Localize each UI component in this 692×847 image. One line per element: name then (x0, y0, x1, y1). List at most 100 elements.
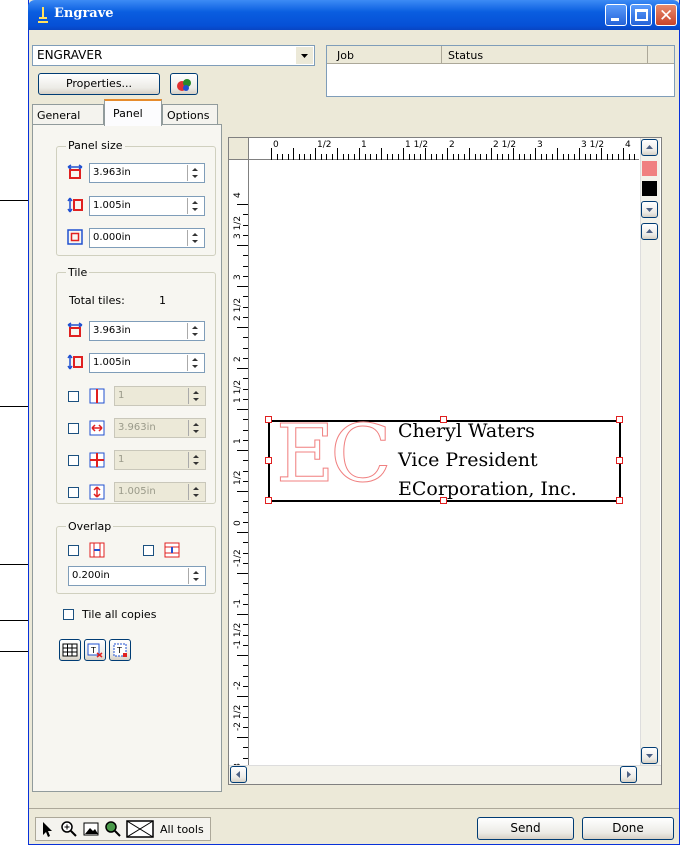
panel-width-spinner[interactable] (187, 165, 203, 181)
ruler-tick (326, 154, 327, 160)
ruler-tick (243, 521, 248, 523)
tile-column-size-field[interactable]: 3.963in (114, 418, 206, 438)
ruler-tick (502, 154, 503, 160)
status-column-header[interactable]: Status (442, 46, 648, 64)
ruler-tick (524, 154, 525, 160)
engraving-logo[interactable]: EC (276, 409, 393, 498)
envelope-tool-button[interactable] (126, 819, 154, 839)
swatch-scroll-up-button[interactable] (641, 223, 658, 240)
chevron-down-icon[interactable] (296, 47, 313, 64)
tab-panel[interactable]: Panel (104, 99, 162, 126)
ruler-tick (342, 154, 344, 160)
ruler-tick (293, 148, 294, 160)
total-tiles-label: Total tiles: (69, 294, 125, 307)
tile-columns-checkbox[interactable] (68, 391, 79, 402)
tile-row-size-checkbox[interactable] (68, 487, 79, 498)
selection-handle[interactable] (265, 457, 272, 464)
tile-all-copies-label[interactable]: Tile all copies (82, 608, 156, 621)
tile-row-size-field[interactable]: 1.005in (114, 482, 206, 502)
tile-row-size-spinner[interactable] (188, 484, 204, 500)
tile-rows-spinner[interactable] (188, 452, 204, 468)
tile-column-size-checkbox[interactable] (68, 423, 79, 434)
ruler-label: 2 (233, 356, 243, 362)
panel-height-field[interactable]: 1.005in (89, 196, 205, 216)
color-swatch-black[interactable] (642, 181, 657, 196)
ruler-tick (243, 296, 248, 298)
tile-height-spinner[interactable] (187, 355, 203, 371)
ruler-tick (375, 154, 377, 160)
send-button[interactable]: Send (477, 817, 574, 840)
selection-handle[interactable] (616, 457, 623, 464)
find-tool-button[interactable] (104, 820, 122, 838)
title-bar[interactable] (28, 0, 680, 30)
minimize-button[interactable] (605, 4, 627, 26)
tile-column-size-spinner[interactable] (188, 420, 204, 436)
status-column-label: Status (448, 49, 484, 62)
scroll-up-button[interactable] (641, 139, 658, 156)
tile-columns-spinner[interactable] (188, 388, 204, 404)
horizontal-scrollbar[interactable] (229, 765, 661, 784)
engraving-line-1[interactable]: Cheryl Waters (398, 420, 535, 442)
selection-handle[interactable] (616, 497, 623, 504)
close-button[interactable]: ✕ (655, 4, 677, 26)
maximize-button[interactable] (630, 4, 652, 26)
selection-handle[interactable] (616, 416, 623, 423)
tile-delete-button[interactable]: T (84, 639, 106, 661)
image-icon (83, 822, 99, 836)
engraving-line-2[interactable]: Vice President (398, 449, 538, 471)
job-list[interactable]: Job Status (326, 45, 675, 97)
tile-height-field[interactable]: 1.005in (89, 353, 205, 373)
scroll-down-button[interactable] (641, 747, 658, 764)
tile-grid-button[interactable] (59, 639, 81, 661)
job-column-header[interactable]: Job (327, 46, 442, 64)
properties-button[interactable]: Properties... (38, 73, 160, 95)
panel-margin-field[interactable]: 0.000in (89, 228, 205, 248)
ruler-tick (430, 154, 432, 160)
minimize-icon (611, 18, 619, 21)
panel-width-field[interactable]: 3.963in (89, 163, 205, 183)
tile-rows-checkbox[interactable] (68, 455, 79, 466)
image-tool-button[interactable] (82, 820, 100, 838)
ruler-tick (331, 154, 333, 160)
selection-handle[interactable] (265, 497, 272, 504)
ruler-tick (617, 154, 619, 160)
svg-text:T: T (116, 646, 122, 655)
tile-rows-field[interactable]: 1 (114, 450, 206, 470)
zoom-tool-button[interactable] (60, 820, 78, 838)
ruler-tick (386, 154, 388, 160)
select-tool-button[interactable] (38, 820, 56, 838)
overlap-spinner[interactable] (188, 568, 204, 584)
ruler-tick (243, 378, 248, 380)
overlap-horizontal-checkbox[interactable] (68, 545, 79, 556)
ruler-tick (237, 737, 248, 738)
scroll-right-button[interactable] (620, 766, 637, 783)
ruler-tick (243, 234, 248, 236)
ruler-tick (243, 552, 248, 554)
chevron-left-icon (236, 771, 240, 778)
ruler-tick (243, 624, 248, 626)
engraving-line-3[interactable]: ECorporation, Inc. (398, 478, 577, 500)
tile-add-button[interactable]: T (109, 639, 131, 661)
selection-handle[interactable] (440, 416, 447, 423)
tab-options[interactable]: Options (162, 104, 218, 124)
overlap-field[interactable]: 0.200in (68, 566, 206, 586)
panel-margin-spinner[interactable] (187, 230, 203, 246)
tab-general[interactable]: General (32, 104, 104, 124)
selection-handle[interactable] (265, 416, 272, 423)
ruler-tick (507, 154, 509, 160)
swatch-scroll-down-button[interactable] (641, 201, 658, 218)
tile-width-spinner[interactable] (187, 323, 203, 339)
scroll-left-button[interactable] (230, 766, 247, 783)
color-swatch-red[interactable] (642, 161, 657, 176)
overlap-vertical-checkbox[interactable] (143, 545, 154, 556)
selection-handle[interactable] (440, 497, 447, 504)
tile-width-field[interactable]: 3.963in (89, 321, 205, 341)
done-button[interactable]: Done (582, 817, 674, 840)
config-button[interactable] (170, 73, 198, 95)
panel-height-spinner[interactable] (187, 198, 203, 214)
tile-height-value: 1.005in (93, 357, 131, 368)
tile-row-size-icon (89, 484, 105, 500)
tile-columns-field[interactable]: 1 (114, 386, 206, 406)
device-select[interactable]: ENGRAVER (32, 45, 315, 66)
tile-all-copies-checkbox[interactable] (63, 609, 74, 620)
